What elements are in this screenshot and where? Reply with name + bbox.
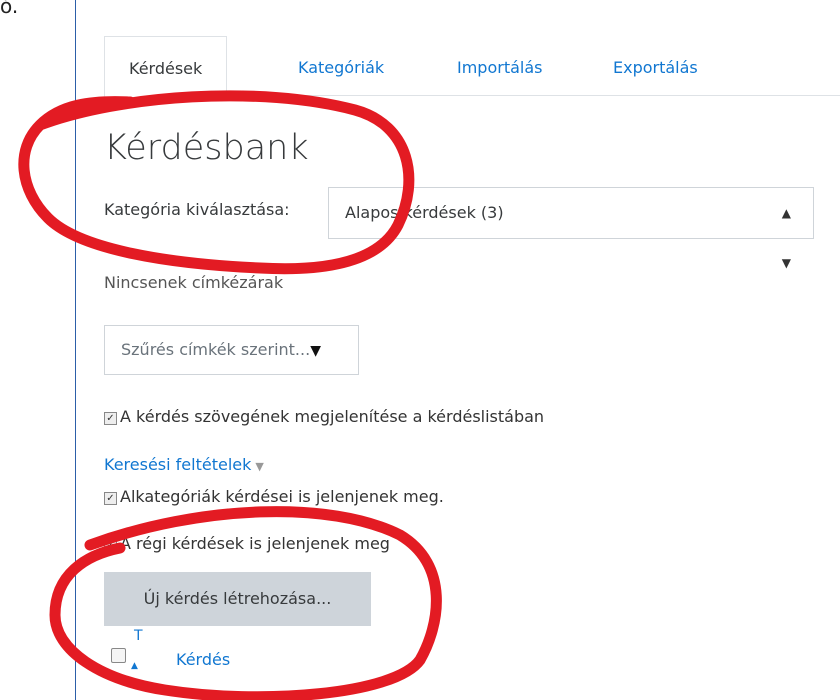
stray-text: ó.: [0, 0, 19, 18]
show-text-option: ✓ A kérdés szövegének megjelenítése a kér…: [104, 407, 544, 426]
select-all-checkbox[interactable]: [111, 648, 126, 663]
old-questions-label: A régi kérdések is jelenjenek meg: [120, 534, 390, 553]
page-title: Kérdésbank: [104, 128, 309, 168]
tag-filter-placeholder: Szűrés címkék szerint...: [121, 340, 311, 359]
sort-type-link[interactable]: T: [134, 628, 143, 644]
dropdown-arrow-icon: ▼: [310, 343, 321, 359]
column-question-header[interactable]: Kérdés: [176, 650, 230, 669]
tab-export[interactable]: Exportálás: [613, 36, 698, 95]
category-select[interactable]: Alapos kérdések (3) ▲ ▼: [328, 187, 814, 270]
category-label: Kategória kiválasztása:: [104, 200, 290, 219]
search-criteria-label: Keresési feltételek: [104, 455, 252, 474]
subcategories-option: ✓ Alkategóriák kérdései is jelenjenek meg…: [104, 487, 444, 506]
tab-bar: Kérdések Kategóriák Importálás Exportálá…: [104, 36, 840, 97]
question-bank-panel: Kérdések Kategóriák Importálás Exportálá…: [75, 0, 840, 700]
sort-ascending-icon: ▲: [131, 661, 138, 671]
subcategories-label: Alkategóriák kérdései is jelenjenek meg.: [120, 487, 444, 506]
caret-down-icon: ▼: [255, 460, 264, 473]
sort-arrows-icon: ▲ ▼: [781, 206, 791, 270]
category-selected-value: Alapos kérdések (3): [345, 203, 504, 222]
tab-categories[interactable]: Kategóriák: [298, 36, 384, 95]
show-text-label: A kérdés szövegének megjelenítése a kérd…: [120, 407, 545, 426]
obscured-text: Nincsenek címkézárak: [104, 273, 284, 292]
tab-import[interactable]: Importálás: [457, 36, 543, 95]
tag-filter[interactable]: Szűrés címkék szerint...▼: [104, 325, 359, 375]
tab-questions[interactable]: Kérdések: [104, 36, 228, 97]
create-question-button[interactable]: Új kérdés létrehozása...: [104, 572, 371, 626]
old-questions-option: ✓ A régi kérdések is jelenjenek meg: [104, 534, 390, 553]
subcategories-checkbox[interactable]: ✓: [104, 492, 117, 505]
old-questions-checkbox[interactable]: ✓: [104, 539, 117, 552]
search-criteria-link[interactable]: Keresési feltételek ▼: [104, 455, 264, 474]
show-text-checkbox[interactable]: ✓: [104, 412, 117, 425]
